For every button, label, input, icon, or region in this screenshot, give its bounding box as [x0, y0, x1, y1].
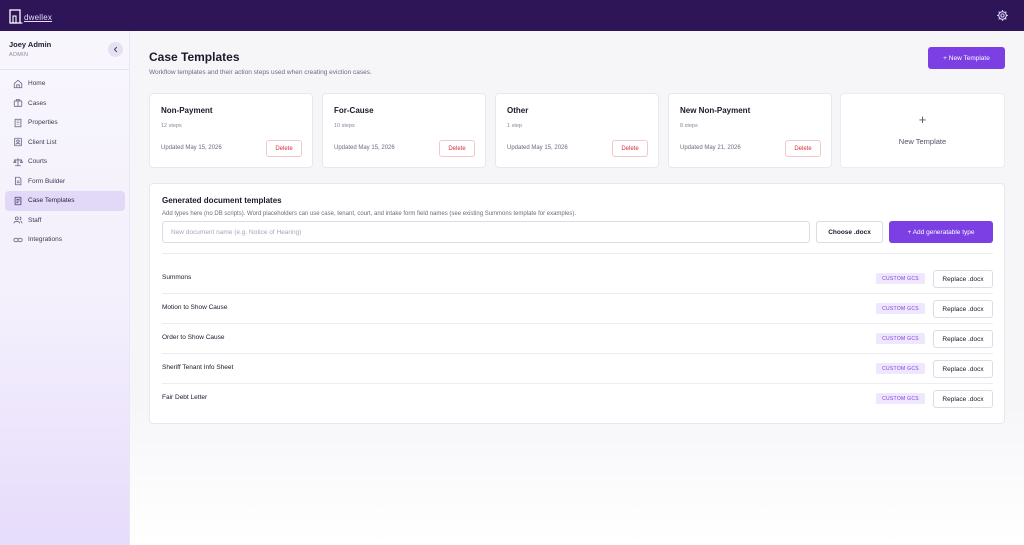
- sidebar-item-label: Courts: [28, 158, 48, 166]
- template-updated: Updated May 15, 2026: [161, 145, 222, 151]
- template-name: Non-Payment: [161, 106, 213, 115]
- sidebar-item-label: Case Templates: [28, 197, 75, 205]
- template-steps: 1 step: [507, 123, 522, 129]
- sidebar-item-integrations[interactable]: Integrations: [5, 230, 125, 250]
- generated-templates-panel: Generated document templates Add types h…: [149, 183, 1005, 424]
- template-card[interactable]: For-Cause 10 steps Updated May 15, 2026 …: [322, 93, 486, 168]
- building-icon: [12, 117, 23, 128]
- logo-text: dwellex: [24, 13, 53, 22]
- panel-description: Add types here (no DB scripts). Word pla…: [162, 211, 577, 217]
- document-row: Sheriff Tenant Info Sheet CUSTOM GCS Rep…: [162, 354, 993, 384]
- sidebar-item-label: Form Builder: [28, 177, 66, 185]
- storage-badge: CUSTOM GCS: [876, 363, 925, 374]
- sidebar-item-label: Properties: [28, 119, 58, 127]
- logo-mark-icon: [9, 9, 23, 24]
- user-name: Joey Admin: [9, 40, 52, 49]
- storage-badge: CUSTOM GCS: [876, 273, 925, 284]
- page-subtitle: Workflow templates and their action step…: [149, 69, 372, 76]
- new-template-card[interactable]: + New Template: [840, 93, 1005, 168]
- storage-badge: CUSTOM GCS: [876, 303, 925, 314]
- add-generatable-type-button[interactable]: + Add generatable type: [889, 221, 993, 243]
- template-name: New Non-Payment: [680, 106, 751, 115]
- plus-icon: +: [918, 112, 927, 127]
- delete-template-button[interactable]: Delete: [266, 140, 302, 157]
- sidebar-item-properties[interactable]: Properties: [5, 113, 125, 133]
- app-logo[interactable]: dwellex: [9, 6, 52, 24]
- new-template-card-label: New Template: [898, 137, 947, 146]
- sidebar-item-case-templates[interactable]: Case Templates: [5, 191, 125, 211]
- template-steps: 8 steps: [680, 123, 698, 129]
- panel-divider: [162, 253, 993, 254]
- delete-template-button[interactable]: Delete: [439, 140, 475, 157]
- gear-icon[interactable]: [996, 9, 1009, 22]
- sidebar: Joey Admin ADMIN Home Cases Properties C…: [0, 31, 130, 545]
- delete-template-button[interactable]: Delete: [785, 140, 821, 157]
- document-name: Sheriff Tenant Info Sheet: [162, 364, 234, 371]
- sidebar-divider: [0, 69, 129, 70]
- chevron-left-icon: [113, 46, 118, 53]
- choose-docx-button[interactable]: Choose .docx: [816, 221, 883, 243]
- scales-icon: [12, 156, 23, 167]
- sidebar-item-label: Cases: [28, 99, 47, 107]
- home-icon: [12, 78, 23, 89]
- main-content: Case Templates Workflow templates and th…: [130, 31, 1024, 545]
- user-role: ADMIN: [9, 52, 29, 58]
- new-template-button[interactable]: + New Template: [928, 47, 1005, 69]
- sidebar-item-cases[interactable]: Cases: [5, 94, 125, 114]
- sidebar-item-staff[interactable]: Staff: [5, 211, 125, 231]
- template-updated: Updated May 21, 2026: [680, 145, 741, 151]
- replace-docx-button[interactable]: Replace .docx: [933, 300, 993, 318]
- sidebar-item-label: Staff: [28, 216, 42, 224]
- template-card[interactable]: New Non-Payment 8 steps Updated May 21, …: [668, 93, 832, 168]
- sidebar-item-label: Home: [28, 80, 46, 88]
- address-book-icon: [12, 137, 23, 148]
- template-name: Other: [507, 106, 529, 115]
- template-updated: Updated May 15, 2026: [507, 145, 568, 151]
- storage-badge: CUSTOM GCS: [876, 333, 925, 344]
- page-title: Case Templates: [149, 50, 240, 64]
- sidebar-item-client-list[interactable]: Client List: [5, 133, 125, 153]
- collapse-sidebar-button[interactable]: [108, 42, 123, 57]
- template-steps: 12 steps: [161, 123, 182, 129]
- template-name: For-Cause: [334, 106, 374, 115]
- sidebar-nav: Home Cases Properties Client List Courts: [5, 74, 125, 250]
- sidebar-item-label: Client List: [28, 138, 57, 146]
- sidebar-item-label: Integrations: [28, 236, 62, 244]
- sidebar-item-form-builder[interactable]: Form Builder: [5, 172, 125, 192]
- top-bar: dwellex: [0, 0, 1024, 31]
- template-card[interactable]: Other 1 step Updated May 15, 2026 Delete: [495, 93, 659, 168]
- sidebar-item-courts[interactable]: Courts: [5, 152, 125, 172]
- replace-docx-button[interactable]: Replace .docx: [933, 390, 993, 408]
- document-row: Summons CUSTOM GCS Replace .docx: [162, 264, 993, 294]
- storage-badge: CUSTOM GCS: [876, 393, 925, 404]
- document-row: Motion to Show Cause CUSTOM GCS Replace …: [162, 294, 993, 324]
- link-icon: [12, 234, 23, 245]
- document-icon: [12, 195, 23, 206]
- document-name-input[interactable]: [162, 221, 810, 243]
- replace-docx-button[interactable]: Replace .docx: [933, 360, 993, 378]
- document-row: Order to Show Cause CUSTOM GCS Replace .…: [162, 324, 993, 354]
- document-name: Fair Debt Letter: [162, 394, 208, 401]
- document-name: Order to Show Cause: [162, 334, 225, 341]
- briefcase-icon: [12, 98, 23, 109]
- delete-template-button[interactable]: Delete: [612, 140, 648, 157]
- template-card[interactable]: Non-Payment 12 steps Updated May 15, 202…: [149, 93, 313, 168]
- document-row: Fair Debt Letter CUSTOM GCS Replace .doc…: [162, 384, 993, 414]
- users-icon: [12, 215, 23, 226]
- replace-docx-button[interactable]: Replace .docx: [933, 270, 993, 288]
- panel-title: Generated document templates: [162, 196, 282, 205]
- template-steps: 10 steps: [334, 123, 355, 129]
- document-name: Summons: [162, 274, 192, 281]
- replace-docx-button[interactable]: Replace .docx: [933, 330, 993, 348]
- form-icon: [12, 176, 23, 187]
- sidebar-item-home[interactable]: Home: [5, 74, 125, 94]
- document-name: Motion to Show Cause: [162, 304, 228, 311]
- template-updated: Updated May 15, 2026: [334, 145, 395, 151]
